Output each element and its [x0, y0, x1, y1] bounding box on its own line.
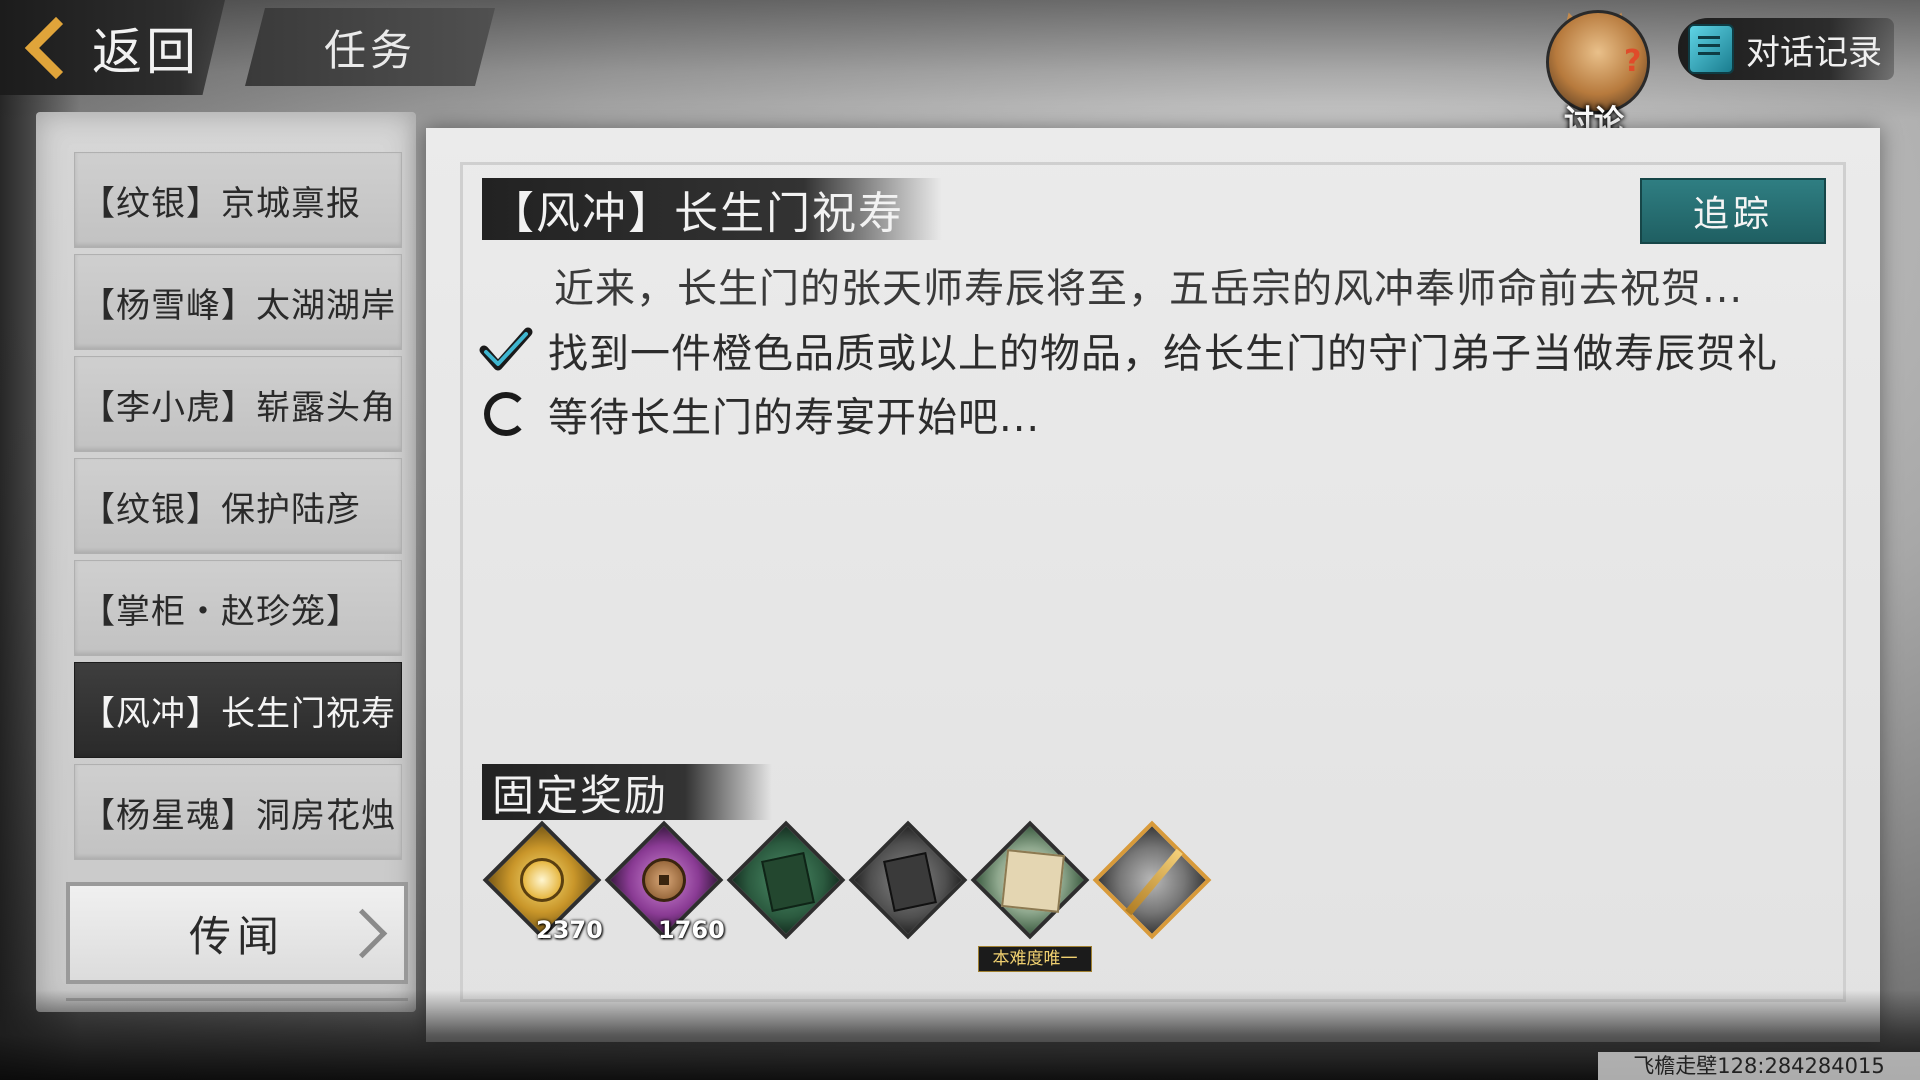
track-label: 追踪 — [1692, 194, 1773, 235]
quest-item-label: 【纹银】保护陆彦 — [81, 489, 361, 530]
quest-title: 【风冲】长生门祝寿 — [490, 188, 904, 239]
sword-art-map-icon — [1001, 849, 1065, 913]
quest-item-selected[interactable]: 【风冲】长生门祝寿 — [74, 662, 402, 758]
quest-description: 近来，长生门的张天师寿辰将至，五岳宗的风冲奉师命前去祝贺... — [554, 266, 1744, 312]
question-mark-icon: ? — [1624, 44, 1642, 79]
reward-count: 1760 — [658, 916, 725, 944]
chevron-right-icon — [337, 908, 388, 959]
gold-coin-icon — [520, 858, 564, 902]
quest-item[interactable]: 【纹银】京城禀报 — [74, 152, 402, 248]
reward-item[interactable] — [1092, 820, 1216, 944]
quest-item-label: 【掌柜・赵珍笼】 — [81, 591, 361, 632]
quest-item-label: 【杨雪峰】太湖湖岸 — [81, 285, 396, 326]
quest-item-label: 【杨星魂】洞房花烛 — [81, 795, 396, 836]
quest-item[interactable]: 【纹银】保护陆彦 — [74, 458, 402, 554]
quest-item[interactable]: 【李小虎】崭露头角 — [74, 356, 402, 452]
unique-tag: 本难度唯一 — [978, 946, 1092, 972]
objective-text: 找到一件橙色品质或以上的物品，给长生门的守门弟子当做寿辰贺礼 — [548, 331, 1778, 377]
player-id-footer: 飞檐走壁128:284284015 — [1598, 1052, 1920, 1080]
copper-coin-icon — [642, 858, 686, 902]
dialog-log-button[interactable]: 对话记录 — [1678, 18, 1894, 80]
reward-item[interactable]: 1760 — [604, 820, 728, 944]
reward-header-label: 固定奖励 — [492, 770, 669, 820]
quest-list[interactable]: 【纹银】京城禀报 【杨雪峰】太湖湖岸 【李小虎】崭露头角 【纹银】保护陆彦 【掌… — [74, 152, 402, 874]
back-button[interactable]: 返回 — [0, 0, 225, 95]
discuss-button[interactable]: ? 讨论 — [1538, 8, 1650, 139]
chevron-left-icon — [24, 16, 88, 79]
quest-title-bar: 【风冲】长生门祝寿 — [482, 178, 942, 240]
reward-item[interactable]: 本难度唯一 — [970, 820, 1094, 972]
dialog-log-label: 对话记录 — [1746, 32, 1882, 73]
quest-item[interactable]: 【掌柜・赵珍笼】 — [74, 560, 402, 656]
back-label: 返回 — [92, 22, 200, 81]
track-button[interactable]: 追踪 — [1640, 178, 1826, 244]
quest-item-label: 【纹银】京城禀报 — [81, 183, 361, 224]
objective-text: 等待长生门的寿宴开始吧... — [548, 395, 1041, 441]
rumor-button[interactable]: 传闻 — [66, 882, 408, 984]
loading-circle-icon — [484, 392, 528, 436]
reward-header: 固定奖励 — [482, 764, 772, 820]
reward-count: 2370 — [536, 916, 603, 944]
objective-in-progress: 等待长生门的寿宴开始吧... — [478, 386, 1040, 442]
screen-title: 任务 — [323, 25, 416, 75]
screen-title-tab: 任务 — [245, 8, 495, 86]
book-icon — [1688, 24, 1734, 74]
reward-item[interactable] — [848, 820, 972, 944]
quest-item[interactable]: 【杨雪峰】太湖湖岸 — [74, 254, 402, 350]
reward-item[interactable] — [726, 820, 850, 944]
quest-item-label: 【李小虎】崭露头角 — [81, 387, 396, 428]
quest-item-label: 【风冲】长生门祝寿 — [81, 693, 396, 734]
rumor-label: 传闻 — [188, 911, 285, 961]
checkmark-icon — [478, 322, 534, 378]
quest-item[interactable]: 【杨星魂】洞房花烛 — [74, 764, 402, 860]
reward-item[interactable]: 2370 — [482, 820, 606, 944]
objective-done: 找到一件橙色品质或以上的物品，给长生门的守门弟子当做寿辰贺礼 — [478, 322, 1778, 378]
